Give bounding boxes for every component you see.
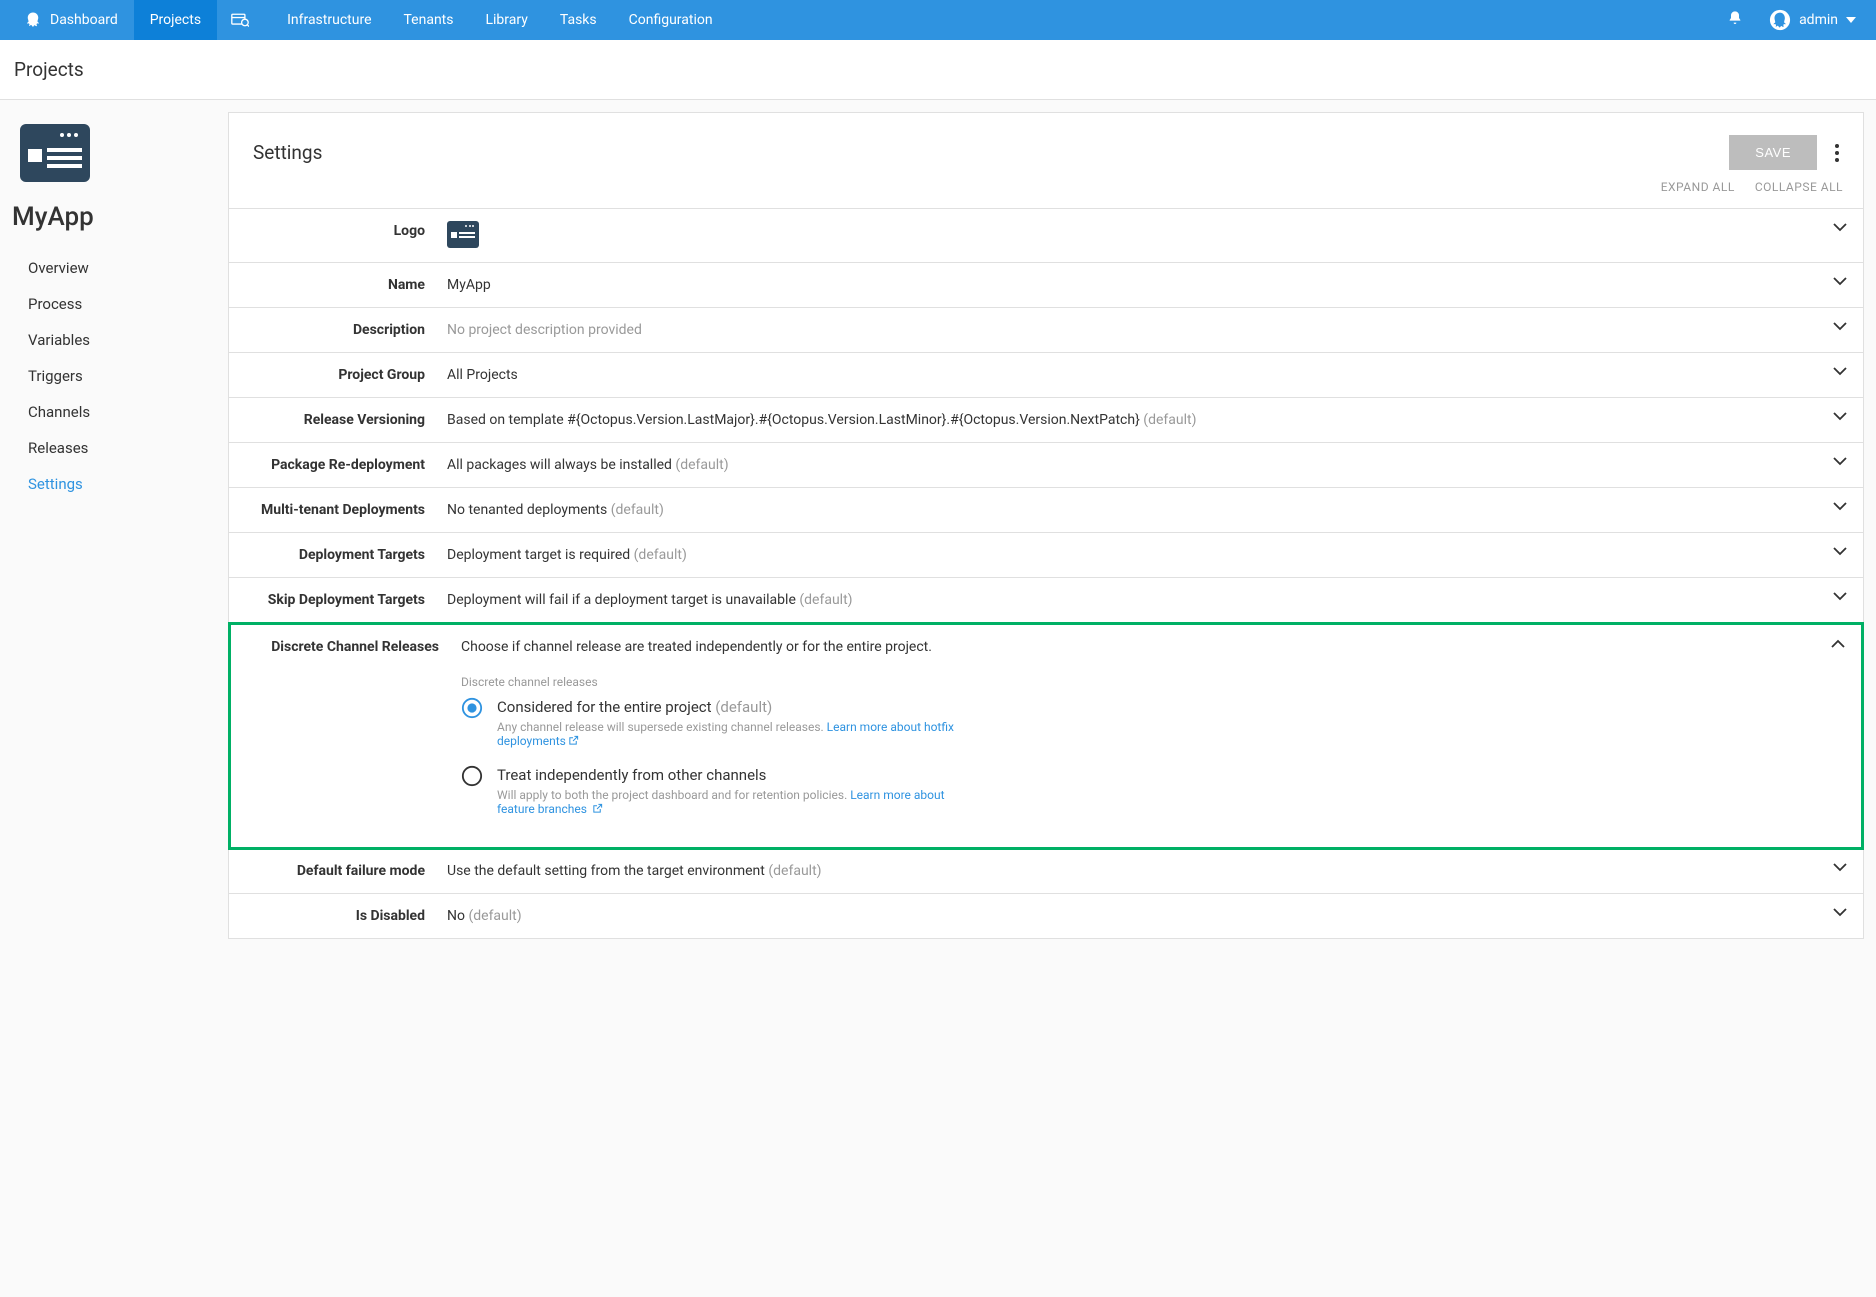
nav-configuration[interactable]: Configuration [613, 0, 729, 40]
nav-projects[interactable]: Projects [134, 0, 217, 40]
expand-is-disabled[interactable] [1833, 908, 1847, 917]
setting-row-failure-mode: Default failure mode Use the default set… [229, 849, 1863, 894]
setting-row-is-disabled: Is Disabled No (default) [229, 894, 1863, 938]
external-link-icon [568, 735, 579, 746]
setting-row-deploy-targets: Deployment Targets Deployment target is … [229, 533, 1863, 578]
radio-option-entire-project[interactable]: Considered for the entire project (defau… [461, 697, 961, 761]
nav-tenants[interactable]: Tenants [388, 0, 470, 40]
expand-description[interactable] [1833, 322, 1847, 331]
chevron-down-icon [1833, 908, 1847, 917]
breadcrumb: Projects [0, 40, 1876, 100]
sidebar-item-settings[interactable]: Settings [0, 466, 228, 502]
setting-row-name: Name MyApp [229, 263, 1863, 308]
sidebar-item-overview[interactable]: Overview [0, 250, 228, 286]
expand-deploy-targets[interactable] [1833, 547, 1847, 556]
sidebar-item-process[interactable]: Process [0, 286, 228, 322]
sidebar: MyApp Overview Process Variables Trigger… [0, 100, 228, 1297]
nav-search-projects-icon[interactable] [217, 0, 271, 40]
sidebar-item-variables[interactable]: Variables [0, 322, 228, 358]
collapse-all-button[interactable]: COLLAPSE ALL [1755, 180, 1843, 194]
expand-package-redeploy[interactable] [1833, 457, 1847, 466]
caret-down-icon [1846, 17, 1856, 23]
chevron-down-icon [1833, 412, 1847, 421]
expand-failure-mode[interactable] [1833, 863, 1847, 872]
setting-row-project-group: Project Group All Projects [229, 353, 1863, 398]
top-nav: Dashboard Projects Infrastructure Tenant… [0, 0, 1876, 40]
chevron-down-icon [1833, 223, 1847, 232]
nav-dashboard[interactable]: Dashboard [8, 0, 134, 40]
chevron-down-icon [1833, 367, 1847, 376]
sidebar-item-triggers[interactable]: Triggers [0, 358, 228, 394]
project-name: MyApp [0, 190, 228, 250]
setting-row-description: Description No project description provi… [229, 308, 1863, 353]
radio-selected-icon [461, 697, 483, 719]
card-search-icon [231, 13, 249, 27]
sidebar-item-channels[interactable]: Channels [0, 394, 228, 430]
expand-logo[interactable] [1833, 223, 1847, 232]
chevron-down-icon [1833, 502, 1847, 511]
chevron-down-icon [1833, 592, 1847, 601]
chevron-down-icon [1833, 277, 1847, 286]
chevron-up-icon [1831, 639, 1845, 648]
setting-row-skip-targets: Skip Deployment Targets Deployment will … [229, 578, 1863, 623]
overflow-menu-button[interactable] [1817, 136, 1839, 170]
expand-skip-targets[interactable] [1833, 592, 1847, 601]
radio-option-independent[interactable]: Treat independently from other channels … [461, 765, 961, 829]
avatar-icon [1769, 9, 1791, 31]
notifications-button[interactable] [1713, 9, 1757, 31]
nav-tasks[interactable]: Tasks [544, 0, 613, 40]
radio-unselected-icon [461, 765, 483, 787]
page-title: Settings [253, 141, 1729, 164]
setting-row-multi-tenant: Multi-tenant Deployments No tenanted dep… [229, 488, 1863, 533]
user-menu[interactable]: admin [1757, 9, 1868, 31]
external-link-icon [592, 803, 603, 814]
chevron-down-icon [1833, 457, 1847, 466]
chevron-down-icon [1833, 322, 1847, 331]
setting-row-discrete-channel: Discrete Channel Releases Choose if chan… [228, 622, 1864, 850]
expand-release-versioning[interactable] [1833, 412, 1847, 421]
sidebar-item-releases[interactable]: Releases [0, 430, 228, 466]
nav-infrastructure[interactable]: Infrastructure [271, 0, 387, 40]
chevron-down-icon [1833, 863, 1847, 872]
expand-name[interactable] [1833, 277, 1847, 286]
expand-project-group[interactable] [1833, 367, 1847, 376]
project-logo-preview [447, 221, 479, 248]
expand-multi-tenant[interactable] [1833, 502, 1847, 511]
nav-library[interactable]: Library [469, 0, 543, 40]
setting-row-package-redeploy: Package Re-deployment All packages will … [229, 443, 1863, 488]
octopus-icon [24, 11, 42, 29]
save-button[interactable]: SAVE [1729, 135, 1817, 170]
expand-all-button[interactable]: EXPAND ALL [1661, 180, 1735, 194]
bell-icon [1727, 9, 1743, 27]
collapse-discrete-channel[interactable] [1831, 639, 1845, 648]
setting-row-release-versioning: Release Versioning Based on template #{O… [229, 398, 1863, 443]
setting-row-logo: Logo [229, 209, 1863, 263]
settings-panel: Settings SAVE EXPAND ALL COLLAPSE ALL Lo… [228, 112, 1864, 939]
project-logo [20, 124, 90, 182]
chevron-down-icon [1833, 547, 1847, 556]
main-layout: MyApp Overview Process Variables Trigger… [0, 100, 1876, 1297]
content: Settings SAVE EXPAND ALL COLLAPSE ALL Lo… [228, 100, 1876, 1297]
